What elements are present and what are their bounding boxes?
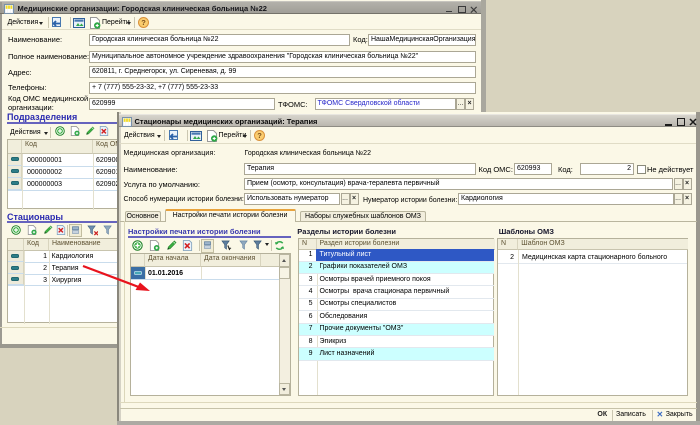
svg-text:?: ? bbox=[257, 131, 262, 140]
svg-text:?: ? bbox=[141, 18, 146, 27]
